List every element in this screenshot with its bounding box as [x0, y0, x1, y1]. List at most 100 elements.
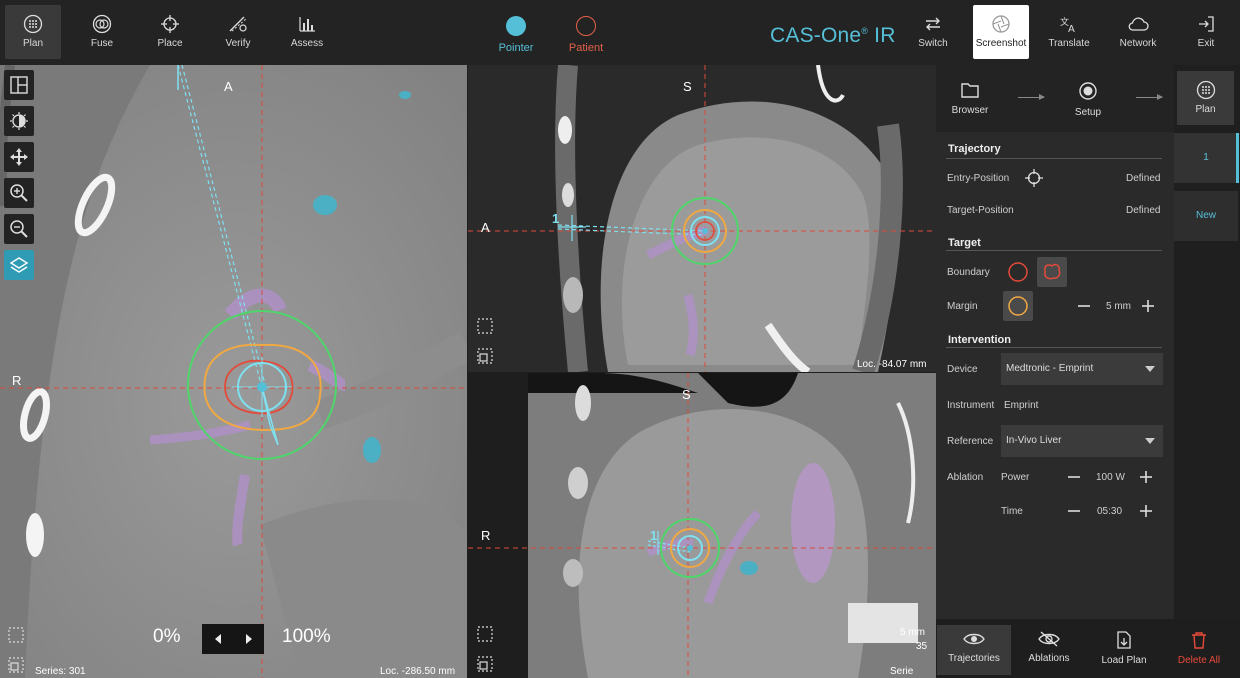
- margin-label: Margin: [947, 301, 978, 312]
- window-level-button[interactable]: [4, 106, 34, 136]
- setup-step-button[interactable]: Setup: [1058, 73, 1118, 118]
- minus-icon: [1078, 305, 1090, 307]
- time-decrease-button[interactable]: [1066, 503, 1082, 519]
- axial-select-button[interactable]: [5, 624, 27, 646]
- pan-button[interactable]: [4, 142, 34, 172]
- folder-icon: [961, 83, 979, 98]
- reference-select[interactable]: In-Vivo Liver: [1001, 425, 1163, 457]
- margin-value: 5 mm: [1106, 301, 1131, 312]
- brand-logo: CAS-One® IR: [770, 24, 896, 48]
- screenshot-icon: [992, 15, 1010, 33]
- plan-tool-button[interactable]: Plan: [5, 5, 61, 59]
- plan-tab[interactable]: Plan: [1177, 71, 1234, 125]
- eye-icon: [963, 633, 985, 645]
- power-increase-button[interactable]: [1138, 469, 1154, 485]
- screenshot-button[interactable]: Screenshot: [973, 5, 1029, 59]
- new-plan-button[interactable]: New: [1174, 191, 1238, 241]
- arrow-right-icon[interactable]: [244, 633, 254, 645]
- ablations-toggle-button[interactable]: Ablations: [1012, 625, 1086, 675]
- expand-icon: [8, 657, 24, 673]
- axial-location-label: Loc. -286.50 mm: [380, 666, 456, 677]
- boundary-segmentation-button[interactable]: [1037, 257, 1067, 287]
- verify-icon: [229, 16, 247, 32]
- trajectories-toggle-button[interactable]: Trajectories: [937, 625, 1011, 675]
- switch-button[interactable]: Switch: [905, 5, 961, 59]
- zoom-out-icon: [10, 220, 28, 238]
- sagittal-trajectory-marker: 1: [650, 528, 658, 543]
- exit-button[interactable]: Exit: [1178, 5, 1234, 59]
- intervention-section-title: Intervention: [948, 334, 1011, 346]
- sagittal-expand-button[interactable]: [474, 653, 496, 675]
- sagittal-orientation-top: S: [682, 387, 691, 402]
- divider: [946, 250, 1162, 251]
- axial-orientation-top: A: [224, 79, 233, 94]
- plus-icon: [1140, 505, 1152, 517]
- patient-mode-label: Patient: [568, 42, 604, 54]
- plan-item-1[interactable]: 1: [1174, 133, 1238, 183]
- instrument-value: Emprint: [1004, 400, 1039, 411]
- network-label: Network: [1119, 38, 1157, 49]
- entry-position-button[interactable]: [1019, 163, 1049, 193]
- power-label: Power: [1001, 472, 1030, 483]
- sagittal-select-button[interactable]: [474, 623, 496, 645]
- brand-mark: ®: [861, 26, 869, 36]
- delete-all-button[interactable]: Delete All: [1162, 625, 1236, 675]
- margin-increase-button[interactable]: [1140, 298, 1156, 314]
- select-region-icon: [477, 318, 493, 334]
- dropdown-arrow-icon: [1145, 366, 1155, 372]
- zoom-in-icon: [10, 184, 28, 202]
- select-region-icon: [477, 626, 493, 642]
- verify-tool-button[interactable]: Verify: [210, 5, 266, 59]
- verify-tool-label: Verify: [225, 38, 251, 49]
- load-plan-button[interactable]: Load Plan: [1087, 625, 1161, 675]
- plan-tab-label: Plan: [1195, 104, 1216, 115]
- coronal-expand-button[interactable]: [474, 345, 496, 367]
- fuse-tool-button[interactable]: Fuse: [74, 5, 130, 59]
- layout-button[interactable]: [4, 70, 34, 100]
- sagittal-partial-num-label: 35: [916, 641, 928, 652]
- circle-boundary-icon: [1008, 262, 1028, 282]
- zoom-out-button[interactable]: [4, 214, 34, 244]
- zoom-in-button[interactable]: [4, 178, 34, 208]
- browser-step-label: Browser: [951, 105, 989, 116]
- place-icon: [161, 15, 179, 33]
- power-decrease-button[interactable]: [1066, 469, 1082, 485]
- axial-view[interactable]: A R Series: 301 Loc. -286.50 mm: [0, 65, 467, 678]
- coronal-location-label: Loc. -84.07 mm: [857, 359, 927, 370]
- place-tool-label: Place: [157, 38, 183, 49]
- translate-icon: 文A: [1060, 16, 1075, 34]
- move-icon: [10, 148, 28, 166]
- axial-expand-button[interactable]: [5, 654, 27, 676]
- coronal-trajectory-marker: 1: [552, 211, 560, 226]
- device-select-value: Medtronic - Emprint: [1006, 363, 1094, 374]
- device-label: Device: [947, 364, 978, 375]
- translate-button[interactable]: 文A Translate: [1041, 5, 1097, 59]
- opacity-min-label: 0%: [153, 626, 181, 647]
- plan-scroll-indicator: [1236, 133, 1239, 183]
- setup-step-label: Setup: [1074, 107, 1102, 118]
- brand-name: CAS-One: [770, 24, 862, 47]
- crosshair-icon: [1025, 169, 1043, 187]
- margin-decrease-button[interactable]: [1076, 298, 1092, 314]
- time-increase-button[interactable]: [1138, 503, 1154, 519]
- axial-orientation-left: R: [12, 373, 22, 388]
- pointer-mode-button[interactable]: Pointer: [491, 16, 541, 54]
- boundary-label: Boundary: [947, 267, 990, 278]
- target-position-value: Defined: [1126, 205, 1161, 216]
- place-tool-button[interactable]: Place: [142, 5, 198, 59]
- browser-step-button[interactable]: Browser: [940, 73, 1000, 116]
- axial-series-label: Series: 301: [35, 666, 86, 677]
- boundary-sphere-button[interactable]: [1003, 257, 1033, 287]
- arrow-left-icon[interactable]: [213, 633, 223, 645]
- layers-button[interactable]: [4, 250, 34, 280]
- delete-all-label: Delete All: [1177, 655, 1221, 666]
- patient-mode-button[interactable]: Patient: [561, 16, 611, 54]
- margin-toggle-button[interactable]: [1003, 291, 1033, 321]
- coronal-select-button[interactable]: [474, 315, 496, 337]
- device-select[interactable]: Medtronic - Emprint: [1001, 353, 1163, 385]
- coronal-view[interactable]: S A 1 Loc. -84.07 mm: [468, 65, 936, 372]
- sagittal-view[interactable]: S R 1 5 mm 35 Serie: [468, 373, 936, 678]
- select-region-icon: [8, 627, 24, 643]
- network-button[interactable]: Network: [1110, 5, 1166, 59]
- assess-tool-button[interactable]: Assess: [279, 5, 335, 59]
